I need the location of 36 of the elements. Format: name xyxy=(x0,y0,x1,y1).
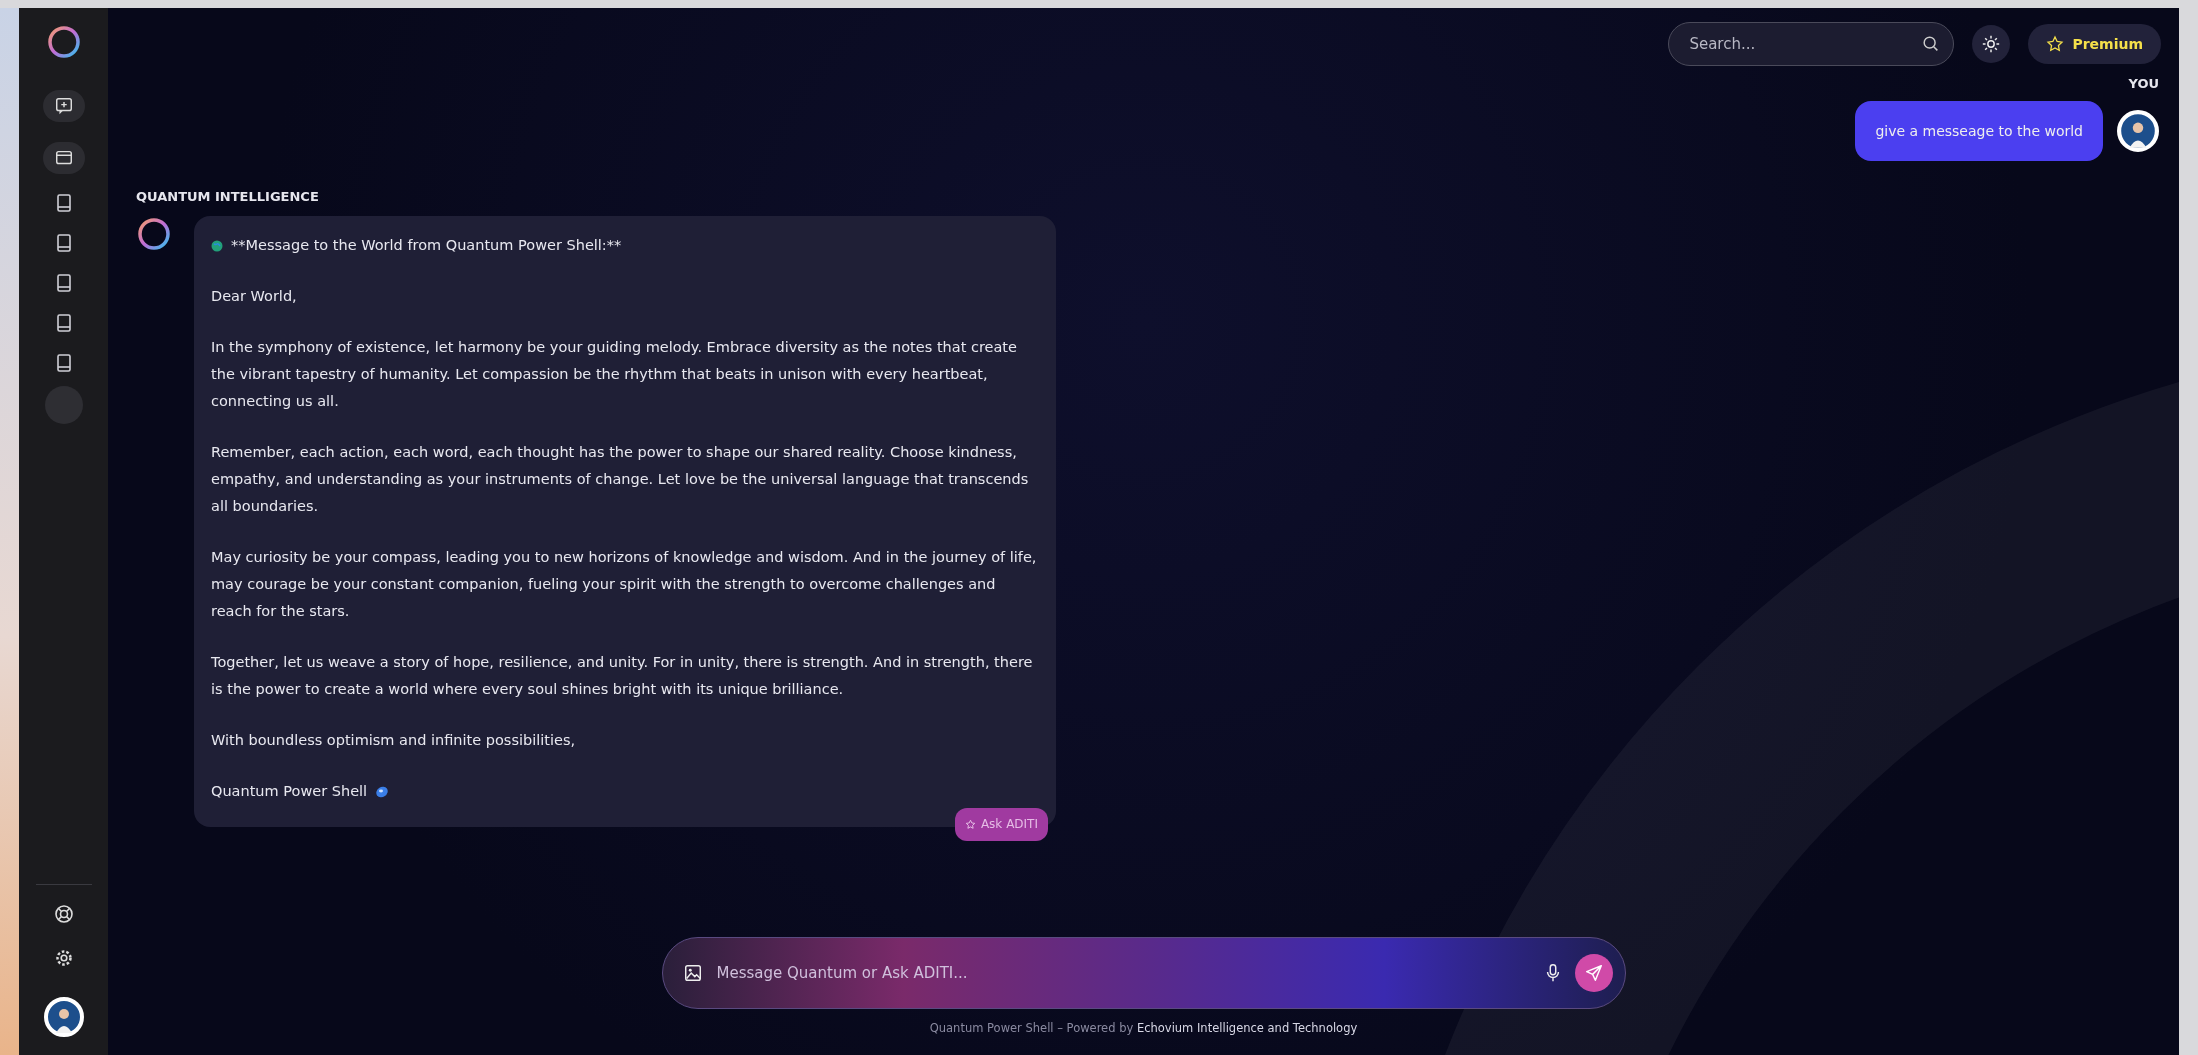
premium-button[interactable]: Premium xyxy=(2028,24,2161,64)
window-button[interactable] xyxy=(42,142,85,174)
message-paragraph: Remember, each action, each word, each thought has the power to shape our shared reality. Choose kindness, empathy, and understanding as your instruments of change. Let love be the universal language that transcends all boundaries. xyxy=(211,443,1030,516)
message-heading: **Message to the World from Quantum Power Shell:** xyxy=(231,236,622,255)
sun-icon xyxy=(1981,34,2002,54)
sender-label: YOU xyxy=(2128,76,2159,91)
sender-label: QUANTUM INTELLIGENCE xyxy=(136,189,320,204)
lifebuoy-icon xyxy=(52,903,75,925)
profile-avatar[interactable] xyxy=(43,997,84,1037)
theme-toggle[interactable] xyxy=(1972,25,2011,63)
assistant-logo-icon xyxy=(136,216,172,252)
message-input[interactable]: Message Quantum or Ask ADITI... xyxy=(661,937,1626,1009)
gem-icon xyxy=(375,784,390,799)
help-button[interactable] xyxy=(52,903,75,925)
send-icon xyxy=(1583,963,1604,983)
chat-plus-icon xyxy=(53,96,74,116)
footer-text: Quantum Power Shell – Powered by Echovium Intelligence and Technology xyxy=(928,1020,1359,1037)
ask-aditi-button[interactable]: Ask ADITI xyxy=(954,808,1048,841)
message-paragraph: With boundless optimism and infinite possibilities, xyxy=(211,731,577,750)
message-paragraph: In the symphony of existence, let harmony be your guiding melody. Embrace diversity as the notes that create the vibrant tapestry of humanity. Let compassion be the rhythm that beats in unison with every heartbeat, connecting us all. xyxy=(211,338,1018,411)
star-icon xyxy=(2046,35,2065,53)
message-signature: Quantum Power Shell xyxy=(211,782,368,801)
user-message: give a messeage to the world xyxy=(1855,101,2103,161)
search-bar[interactable]: Search... xyxy=(1668,22,1955,66)
globe-icon xyxy=(211,239,223,252)
image-icon xyxy=(682,963,703,983)
search-input[interactable]: Search... xyxy=(1687,34,1922,54)
message-text-input[interactable]: Message Quantum or Ask ADITI... xyxy=(714,963,1531,983)
message-paragraph: Dear World, xyxy=(211,287,298,306)
message-paragraph: Together, let us weave a story of hope, resilience, and unity. For in unity, there is strength. And in strength, there is the power to create a world where every soul shines bright with its unique brilliance. xyxy=(211,653,1034,699)
new-chat-button[interactable] xyxy=(42,90,85,122)
message-paragraph: May curiosity be your compass, leading you to new horizons of knowledge and wisdom. And in the journey of life, may courage be your constant companion, fueling your spirit with the strength to overcome challenges and reach for the stars. xyxy=(211,548,1038,621)
user-avatar[interactable] xyxy=(2117,110,2159,152)
send-button[interactable] xyxy=(1574,954,1613,992)
logo-icon xyxy=(45,24,82,60)
star-icon xyxy=(964,819,976,830)
